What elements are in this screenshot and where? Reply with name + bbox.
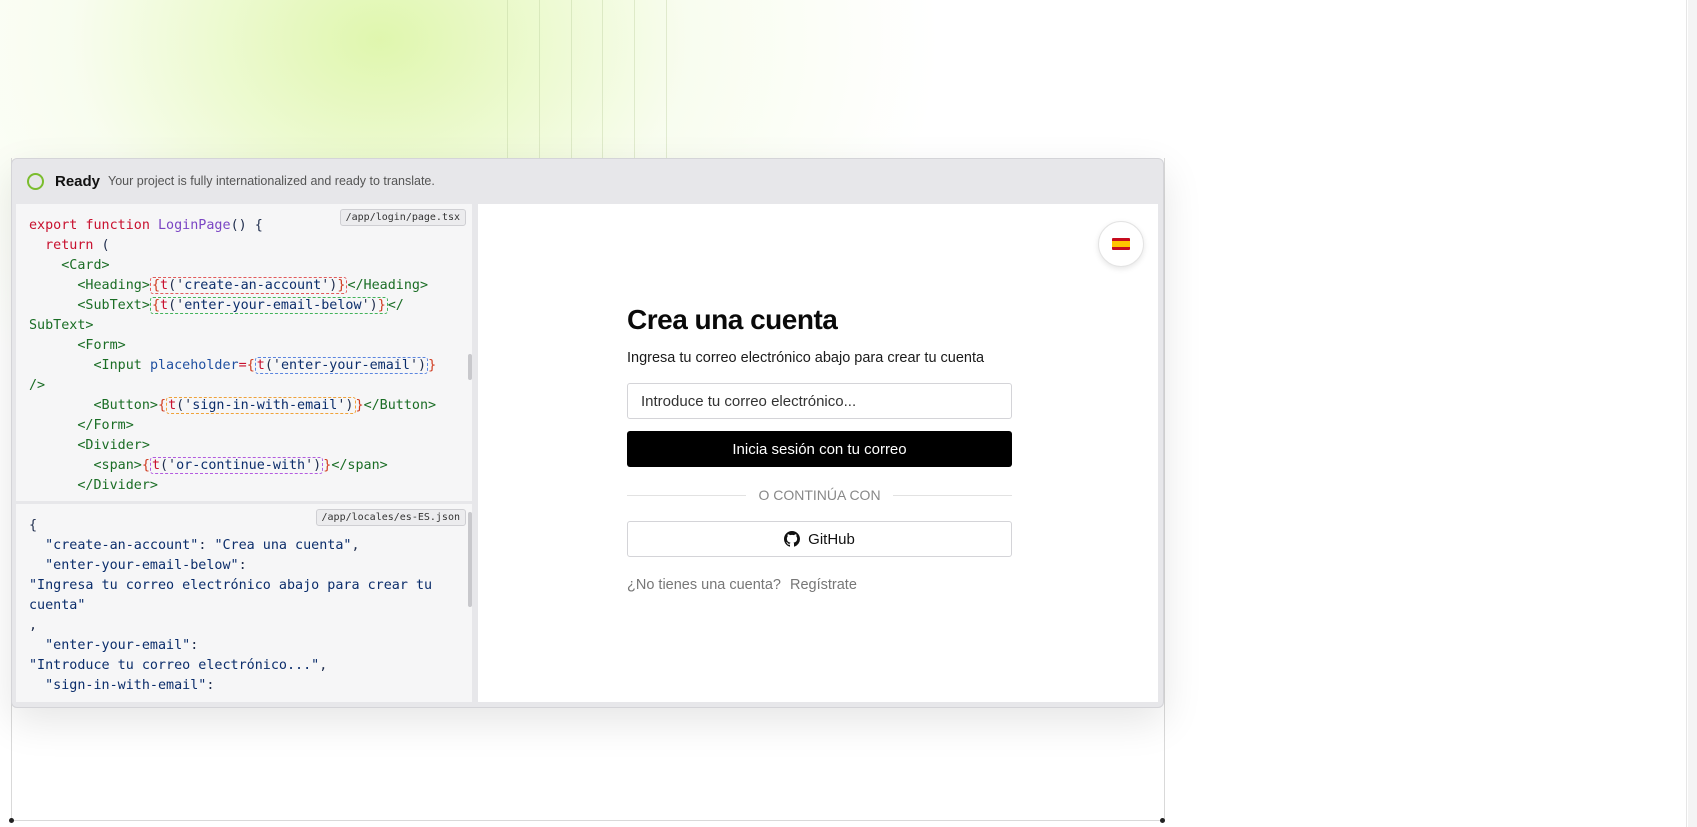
page-scrollbar[interactable] — [1688, 0, 1697, 827]
footer-text: ¿No tienes una cuenta? — [627, 577, 781, 593]
code-token: </Heading> — [347, 278, 429, 293]
json-value: "Ingresa tu correo electrónico abajo par… — [29, 578, 433, 593]
json-key: "sign-in-with-email" — [45, 678, 207, 693]
code-token: <Form> — [77, 338, 126, 353]
source-code-panel[interactable]: /app/login/page.tsx export function Logi… — [16, 204, 472, 501]
status-title: Ready — [55, 172, 101, 190]
translation-key-highlight[interactable]: t('sign-in-with-email') — [166, 397, 356, 414]
translation-key-highlight[interactable]: {t('enter-your-email-below')} — [149, 297, 388, 314]
language-switcher-button[interactable] — [1098, 221, 1144, 267]
json-value: "Crea una cuenta" — [214, 538, 352, 553]
divider-text: O CONTINÚA CON — [758, 487, 881, 503]
grid-line — [539, 0, 540, 160]
code-token: export — [29, 218, 78, 233]
github-button-label: GitHub — [808, 530, 855, 548]
divider-line — [627, 494, 747, 496]
code-token: </ — [387, 298, 404, 313]
login-preview: Crea una cuenta Ingresa tu correo electr… — [478, 204, 1158, 702]
json-value: cuenta" — [29, 598, 86, 613]
code-token: SubText> — [29, 318, 94, 333]
translation-key: enter-your-email-below — [184, 298, 362, 313]
code-token: placeholder — [149, 358, 239, 373]
code-token: LoginPage — [158, 218, 231, 233]
code-token: return — [45, 238, 94, 253]
code-token: <SubText> — [77, 298, 150, 313]
register-link[interactable]: Regístrate — [790, 577, 857, 593]
status-bar: Ready Your project is fully internationa… — [12, 159, 1163, 203]
code-token: <Button> — [93, 398, 159, 413]
page-divider — [1686, 0, 1687, 827]
grid-line — [571, 0, 572, 160]
sign-in-email-button[interactable]: Inicia sesión con tu correo — [627, 431, 1012, 467]
or-divider: O CONTINÚA CON — [627, 487, 1012, 503]
signup-card: Crea una cuenta Ingresa tu correo electr… — [627, 304, 1012, 593]
demo-window: Ready Your project is fully internationa… — [11, 158, 1164, 708]
github-button[interactable]: GitHub — [627, 521, 1012, 557]
github-icon — [784, 531, 801, 547]
signup-footer: ¿No tienes una cuenta? Regístrate — [627, 577, 1012, 593]
code-token: <Input — [93, 358, 142, 373]
corner-handle[interactable] — [9, 818, 14, 823]
translation-key-highlight[interactable]: t('enter-your-email') — [254, 357, 429, 374]
translation-key: create-an-account — [184, 278, 322, 293]
corner-handle[interactable] — [1160, 818, 1165, 823]
json-key: "create-an-account" — [45, 538, 199, 553]
status-description: Your project is fully internationalized … — [108, 174, 435, 188]
code-token: <Heading> — [77, 278, 150, 293]
json-key: "enter-your-email" — [45, 638, 191, 653]
code-token: <span> — [93, 458, 142, 473]
divider-line — [892, 494, 1012, 496]
code-token: function — [85, 218, 150, 233]
page-subtitle: Ingresa tu correo electrónico abajo para… — [627, 350, 985, 366]
grid-line — [666, 0, 667, 160]
locale-json-panel[interactable]: /app/locales/es-ES.json { "create-an-acc… — [16, 504, 472, 702]
code-token: <Divider> — [77, 438, 150, 453]
grid-line — [507, 0, 508, 160]
json-block: { "create-an-account": "Crea una cuenta"… — [29, 518, 433, 693]
code-token: </span> — [331, 458, 388, 473]
grid-line — [634, 0, 635, 160]
status-indicator-icon — [27, 172, 44, 190]
spain-flag-icon — [1112, 238, 1130, 250]
code-token: </Button> — [363, 398, 437, 413]
code-token: </Divider> — [77, 478, 158, 493]
json-key: "enter-your-email-below" — [45, 558, 239, 573]
grid-line — [602, 0, 603, 160]
code-token: /> — [29, 378, 46, 393]
translation-key-highlight[interactable]: t('or-continue-with') — [149, 457, 324, 474]
json-value: "Introduce tu correo electrónico..." — [29, 658, 320, 673]
translation-key: enter-your-email — [280, 358, 410, 373]
code-block: export function LoginPage() { return ( <… — [29, 218, 437, 493]
code-token: </Form> — [77, 418, 134, 433]
translation-key: sign-in-with-email — [192, 398, 338, 413]
translation-key: or-continue-with — [176, 458, 306, 473]
code-token: <Card> — [61, 258, 110, 273]
page-title: Crea una cuenta — [627, 304, 838, 335]
translation-key-highlight[interactable]: {t('create-an-account')} — [149, 277, 348, 294]
email-input[interactable]: Introduce tu correo electrónico... — [627, 383, 1012, 419]
